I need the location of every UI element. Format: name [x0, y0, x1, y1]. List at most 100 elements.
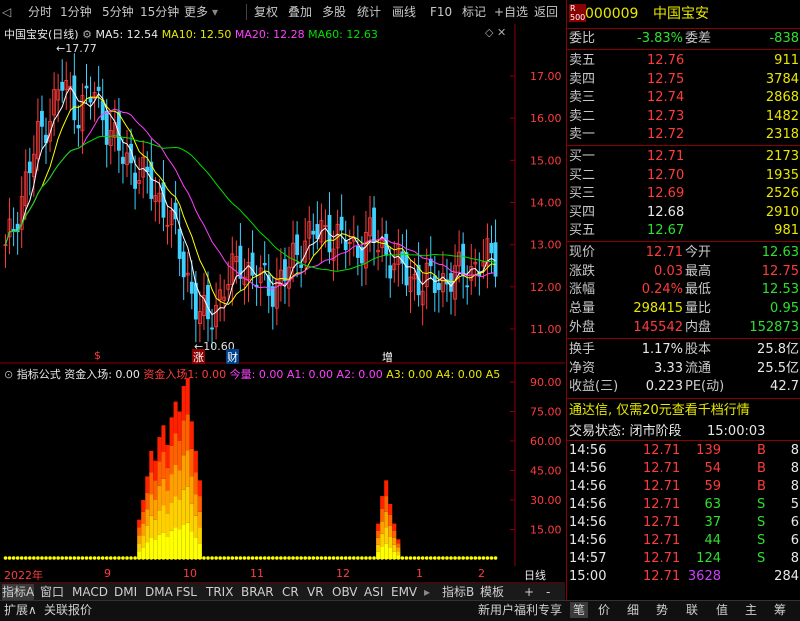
tab-cr[interactable]: CR [282, 584, 299, 600]
chevron-right-icon[interactable]: ▸ [424, 584, 430, 600]
indicator-dot [352, 556, 356, 560]
tab-obv[interactable]: OBV [332, 584, 358, 600]
bid-level: 买一 [569, 149, 596, 164]
indicator-bar [161, 478, 166, 506]
ask-row[interactable]: 卖三 12.74 2868 [567, 89, 800, 107]
indicator-dot [323, 556, 328, 560]
bid-row[interactable]: 买一 12.71 2173 [567, 148, 800, 166]
stat-row: 总量 298415 量比 0.95 [567, 300, 800, 318]
indicator-tick-label: 60.00 [530, 435, 562, 448]
ask-row[interactable]: 卖一 12.72 2318 [567, 126, 800, 144]
bid-row[interactable]: 买四 12.68 2910 [567, 204, 800, 222]
tab-5min[interactable]: 5分钟 [102, 3, 134, 21]
kline-window-controls[interactable]: ◇ ✕ [485, 26, 506, 39]
collapse-icon[interactable]: ⊙ [4, 368, 13, 381]
ask-row[interactable]: 卖五 12.76 911 [567, 52, 800, 70]
upgrade-ad-link[interactable]: 通达信, 仅需20元查看千档行情 [569, 401, 750, 421]
indicator-dot [295, 556, 299, 560]
overlay-button[interactable]: 叠加 [288, 3, 312, 21]
draw-line-button[interactable]: 画线 [392, 3, 416, 21]
ask-volume: 3784 [765, 71, 799, 87]
tab-macd[interactable]: MACD [72, 584, 108, 600]
candle-body [432, 275, 437, 293]
settings-gear-icon[interactable]: ⚙ [82, 28, 92, 41]
indicator-bar [153, 480, 158, 500]
tab-window[interactable]: 窗口 [40, 584, 64, 600]
add-watchlist-button[interactable]: +自选 [494, 3, 528, 21]
tick-volume: 59 [704, 479, 721, 494]
ask-row[interactable]: 卖二 12.73 1482 [567, 108, 800, 126]
bid-row[interactable]: 买三 12.69 2526 [567, 185, 800, 203]
new-user-benefit-link[interactable]: 新用户福利专享 [478, 602, 562, 618]
tick-time: 14:56 [569, 497, 607, 512]
indicator-chart[interactable]: 90.00 75.00 60.00 45.00 30.00 15.00 [0, 364, 565, 582]
tab-15min[interactable]: 15分钟 [140, 3, 179, 21]
tab-vr[interactable]: VR [307, 584, 324, 600]
ask-row[interactable]: 卖四 12.75 3784 [567, 71, 800, 89]
indicator-bar [153, 500, 158, 520]
tab-indicator-b[interactable]: 指标B [442, 584, 474, 600]
indicator-bar [161, 532, 166, 559]
indicator-bar [141, 547, 146, 559]
bid-price: 12.69 [647, 186, 685, 201]
return-button[interactable]: 返回 [534, 3, 558, 21]
candle-body [11, 229, 16, 231]
indicator-dot [408, 556, 413, 560]
period-label[interactable]: 日线 [524, 567, 546, 583]
related-quote-button[interactable]: 关联报价 [44, 602, 92, 618]
indicator-dot [230, 556, 235, 560]
stock-name: 中国宝安 [653, 6, 709, 22]
indicator-dot [291, 556, 295, 560]
tab-dmi[interactable]: DMI [114, 584, 137, 600]
tab-chou[interactable]: 筹 [774, 602, 786, 618]
tab-indicator-a[interactable]: 指标A [2, 584, 35, 600]
candle-body [493, 242, 498, 277]
tick-flag: B [757, 461, 766, 476]
tab-jia[interactable]: 价 [598, 602, 610, 618]
row-value-2: 25.5亿 [757, 360, 799, 376]
tick-time: 14:56 [569, 461, 607, 476]
tab-brar[interactable]: BRAR [241, 584, 274, 600]
tab-emv[interactable]: EMV [391, 584, 417, 600]
indicator-title[interactable]: 指标公式 [17, 368, 61, 381]
price-tick-label: 12.00 [530, 281, 562, 294]
tab-fsl[interactable]: FSL [176, 584, 197, 600]
tab-zhi[interactable]: 值 [716, 602, 728, 618]
back-arrow-icon[interactable]: ◁ [2, 3, 11, 21]
candle-body [315, 224, 320, 240]
indicator-bar [173, 433, 178, 465]
tab-intraday[interactable]: 分时 [28, 3, 52, 21]
tab-more[interactable]: 更多 [184, 3, 208, 21]
indicator-dot [44, 556, 48, 560]
zoom-out-button[interactable]: - [546, 584, 550, 600]
tab-zhu[interactable]: 主 [745, 602, 757, 618]
tab-shi[interactable]: 势 [656, 602, 668, 618]
tab-template[interactable]: 模板 [480, 584, 504, 600]
row-value: 1.17% [641, 342, 683, 357]
tab-1min[interactable]: 1分钟 [60, 3, 92, 21]
indicator-dot [222, 556, 226, 560]
statistics-button[interactable]: 统计 [357, 3, 381, 21]
tab-dma[interactable]: DMA [145, 584, 173, 600]
tab-trix[interactable]: TRIX [206, 584, 233, 600]
kline-chart[interactable]: 17.00 16.00 15.00 14.00 13.00 12.00 11.00 [0, 24, 565, 364]
tick-volume: 3628 [687, 569, 721, 584]
tab-xi[interactable]: 细 [627, 602, 639, 618]
mark-button[interactable]: 标记 [462, 3, 486, 21]
fuquan-button[interactable]: 复权 [254, 3, 278, 21]
multi-stock-button[interactable]: 多股 [322, 3, 346, 21]
f10-button[interactable]: F10 [430, 3, 452, 21]
indicator-bar [197, 511, 202, 528]
tab-asi[interactable]: ASI [364, 584, 383, 600]
tab-lian[interactable]: 联 [686, 602, 698, 618]
chevron-down-icon[interactable]: ▾ [212, 3, 218, 21]
indicator-dot [64, 556, 69, 560]
tab-bi[interactable]: 笔 [570, 602, 588, 618]
expand-button[interactable]: 扩展∧ [4, 602, 37, 618]
bid-row[interactable]: 买二 12.70 1935 [567, 167, 800, 185]
ask-price: 12.74 [647, 90, 685, 105]
zoom-in-button[interactable]: + [524, 584, 534, 600]
indicator-bar [141, 511, 146, 524]
bid-row[interactable]: 买五 12.67 981 [567, 222, 800, 240]
indicator-bar [376, 530, 381, 538]
